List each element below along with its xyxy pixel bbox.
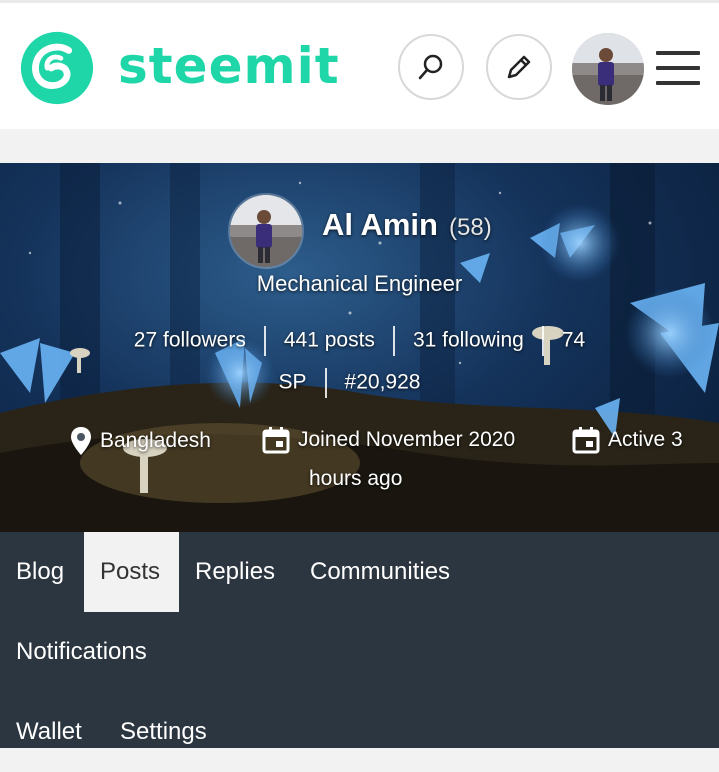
profile-info: Al Amin (58) Mechanical Engineer 27 foll… xyxy=(0,163,719,532)
pencil-icon xyxy=(507,55,531,79)
sp-unit: SP xyxy=(278,370,307,394)
posts-count: 441 posts xyxy=(283,328,375,352)
location: Bangladesh xyxy=(70,426,211,456)
profile-avatar[interactable] xyxy=(228,193,304,269)
last-active: Active 3 xyxy=(572,426,683,454)
menu-icon[interactable] xyxy=(656,51,700,85)
profile-stats-continued: SP #20,928 xyxy=(0,368,709,398)
divider xyxy=(324,368,327,398)
profile-tabs: Blog Posts Replies Communities Notificat… xyxy=(0,532,719,748)
divider xyxy=(392,326,395,356)
active-text-continued: hours ago xyxy=(309,467,403,490)
brand-name: steemit xyxy=(118,37,340,95)
location-pin-icon xyxy=(71,427,91,455)
top-header: steemit xyxy=(0,0,719,129)
tab-wallet[interactable]: Wallet xyxy=(0,692,98,748)
spacer xyxy=(0,129,719,163)
user-avatar[interactable] xyxy=(572,33,644,105)
calendar-icon xyxy=(572,427,600,454)
location-text: Bangladesh xyxy=(100,429,211,452)
search-icon xyxy=(418,54,443,80)
profile-photo xyxy=(230,195,302,267)
following-link[interactable]: 31 following xyxy=(413,329,524,352)
profile-name: Al Amin xyxy=(322,207,438,242)
profile-banner: Al Amin (58) Mechanical Engineer 27 foll… xyxy=(0,163,719,532)
joined-date: Joined November 2020 xyxy=(262,426,515,454)
tab-settings[interactable]: Settings xyxy=(104,692,223,748)
tab-notifications[interactable]: Notifications xyxy=(0,612,163,692)
create-post-button[interactable] xyxy=(486,34,552,100)
sp-value: 74 xyxy=(561,328,586,352)
steemit-logo-icon xyxy=(20,31,94,105)
followers-link[interactable]: 27 followers xyxy=(134,329,246,352)
tab-posts[interactable]: Posts xyxy=(84,532,179,612)
tab-replies[interactable]: Replies xyxy=(179,532,291,612)
divider xyxy=(541,326,544,356)
profile-about: Mechanical Engineer xyxy=(256,271,463,296)
rank: #20,928 xyxy=(344,370,421,394)
last-active-continued: hours ago xyxy=(309,467,402,491)
active-text: Active 3 xyxy=(608,428,683,451)
divider xyxy=(263,326,266,356)
avatar-photo xyxy=(572,33,644,105)
calendar-icon xyxy=(262,427,290,454)
profile-stats: 27 followers 441 posts 31 following 74 xyxy=(0,326,719,356)
steemit-logo[interactable]: steemit xyxy=(18,29,340,107)
tab-blog[interactable]: Blog xyxy=(0,532,80,612)
reputation-score: (58) xyxy=(449,214,492,241)
joined-text: Joined November 2020 xyxy=(298,428,516,451)
tab-communities[interactable]: Communities xyxy=(294,532,466,612)
search-button[interactable] xyxy=(398,34,464,100)
